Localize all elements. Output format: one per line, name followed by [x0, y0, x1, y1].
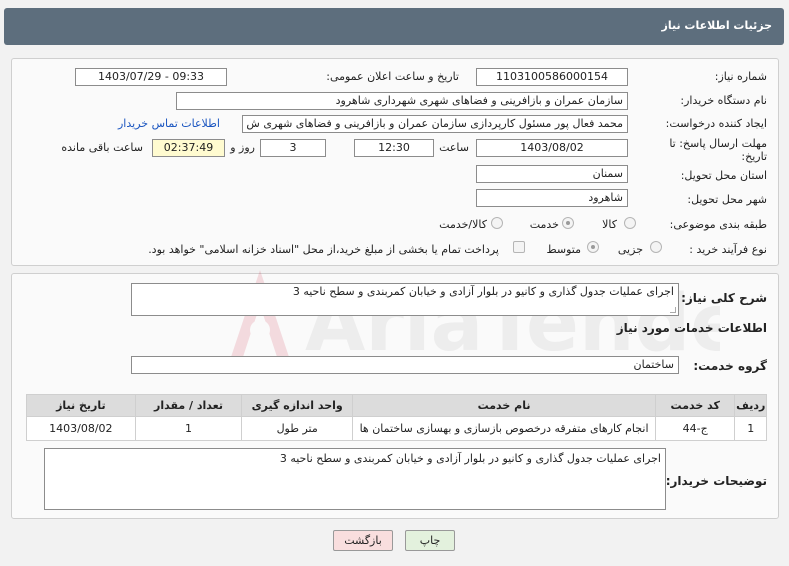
summary-text: اجرای عملیات جدول گذاری و کانیو در بلوار…: [292, 285, 674, 298]
col-service-name: نام خدمت: [352, 394, 657, 417]
remaining-time-field: 02:37:49: [152, 139, 225, 157]
province-field: سمنان: [476, 165, 628, 183]
city-label: شهر محل تحویل:: [687, 193, 767, 206]
announce-datetime-field: 1403/07/29 - 09:33: [75, 68, 227, 86]
services-table: ردیف کد خدمت نام خدمت واحد اندازه گیری ت…: [26, 394, 767, 441]
category-option-service: خدمت: [529, 218, 559, 231]
cell-service-name: انجام کارهای متفرقه درخصوص بازسازی و بهس…: [352, 416, 657, 441]
need-number-label: شماره نیاز:: [714, 70, 767, 83]
buyer-contact-link[interactable]: اطلاعات تماس خریدار: [118, 117, 220, 130]
buyer-notes-text: اجرای عملیات جدول گذاری و کانیو در بلوار…: [279, 452, 661, 465]
buyer-org-field: سازمان عمران و بازافرینی و فضاهای شهری ش…: [176, 92, 628, 110]
service-group-label: گروه خدمت:: [693, 359, 767, 373]
cell-unit: متر طول: [241, 416, 354, 441]
process-option-medium: متوسط: [546, 243, 581, 256]
process-radio-medium[interactable]: [587, 241, 599, 253]
cell-need-date: 1403/08/02: [26, 416, 136, 441]
category-radio-goods-service[interactable]: [491, 217, 503, 229]
city-field: شاهرود: [476, 189, 628, 207]
table-header-row: ردیف کد خدمت نام خدمت واحد اندازه گیری ت…: [26, 394, 767, 417]
process-option-minor: جزیی: [617, 243, 643, 256]
remaining-time-label: ساعت باقی مانده: [61, 141, 143, 154]
deadline-date-field: 1403/08/02: [476, 139, 628, 157]
resize-grip-icon[interactable]: [670, 307, 676, 313]
process-label: نوع فرآیند خرید :: [689, 243, 767, 256]
category-radio-goods[interactable]: [624, 217, 636, 229]
deadline-time-label: ساعت: [439, 141, 469, 154]
services-section-title: اطلاعات خدمات مورد نیاز: [616, 321, 767, 335]
summary-textarea[interactable]: اجرای عملیات جدول گذاری و کانیو در بلوار…: [131, 283, 679, 316]
announce-datetime-label: تاریخ و ساعت اعلان عمومی:: [326, 70, 459, 83]
buyer-notes-label: توضیحات خریدار:: [665, 474, 767, 488]
cell-quantity: 1: [134, 416, 243, 441]
header-bar: جزئیات اطلاعات نیاز: [4, 8, 784, 45]
treasury-payment-checkbox[interactable]: [513, 241, 525, 253]
treasury-payment-note: پرداخت تمام یا بخشی از مبلغ خرید،از محل …: [148, 243, 499, 256]
col-need-date: تاریخ نیاز: [26, 394, 136, 417]
col-row-number: ردیف: [734, 394, 767, 417]
print-button[interactable]: چاپ: [405, 530, 455, 551]
page: جزئیات اطلاعات نیاز شماره نیاز: 11031005…: [0, 0, 789, 566]
col-unit: واحد اندازه گیری: [241, 394, 354, 417]
process-radio-minor[interactable]: [650, 241, 662, 253]
buyer-org-label: نام دستگاه خریدار:: [680, 94, 767, 107]
creator-field: محمد فعال پور مسئول کارپردازی سازمان عمر…: [242, 115, 628, 133]
cell-row-number: 1: [734, 416, 767, 441]
table-row: 1 ج-44 انجام کارهای متفرقه درخصوص بازساز…: [26, 416, 767, 441]
category-option-goods-service: کالا/خدمت: [439, 218, 487, 231]
creator-label: ایجاد کننده درخواست:: [665, 117, 767, 130]
page-title: جزئیات اطلاعات نیاز: [661, 19, 773, 32]
cell-service-code: ج-44: [655, 416, 736, 441]
need-number-field: 1103100586000154: [476, 68, 628, 86]
deadline-time-field: 12:30: [354, 139, 434, 157]
category-label: طبقه بندی موضوعی:: [669, 218, 767, 231]
service-group-field: ساختمان: [131, 356, 679, 374]
category-option-goods: کالا: [602, 218, 617, 231]
col-service-code: کد خدمت: [655, 394, 736, 417]
category-radio-service[interactable]: [562, 217, 574, 229]
province-label: استان محل تحویل:: [680, 169, 767, 182]
days-label: روز و: [230, 141, 255, 154]
deadline-label: مهلت ارسال پاسخ: تا تاریخ:: [669, 137, 767, 163]
buyer-notes-textarea[interactable]: اجرای عملیات جدول گذاری و کانیو در بلوار…: [44, 448, 666, 510]
days-remaining-field: 3: [260, 139, 326, 157]
col-quantity: تعداد / مقدار: [134, 394, 243, 417]
back-button[interactable]: بازگشت: [333, 530, 393, 551]
summary-label: شرح کلی نیاز:: [681, 291, 767, 305]
